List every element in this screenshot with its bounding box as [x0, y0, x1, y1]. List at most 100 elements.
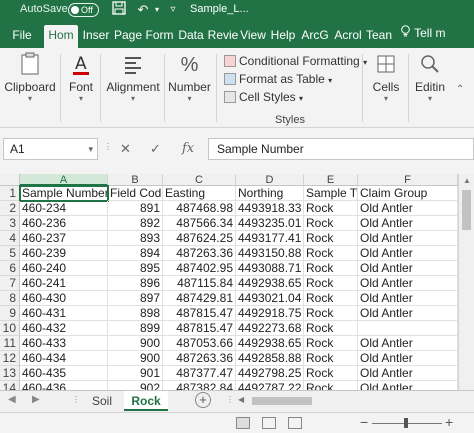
row-header[interactable]: 11 [0, 336, 20, 351]
cell-a[interactable]: 460-240 [20, 261, 108, 276]
tab-team[interactable]: Tean [364, 25, 394, 48]
conditional-formatting-button[interactable]: Conditional Formatting ▾ [224, 52, 367, 70]
next-sheet-icon[interactable]: ▶ [32, 394, 40, 405]
scroll-up-icon[interactable]: ▲ [459, 176, 474, 185]
cell-e[interactable]: Rock [304, 216, 358, 231]
page-break-view-icon[interactable] [288, 417, 302, 429]
cell-d[interactable]: 4492938.65 [236, 276, 304, 291]
cell-c[interactable]: 487263.36 [163, 246, 236, 261]
cell-f[interactable]: Old Antler [358, 201, 458, 216]
cell-c[interactable]: 487377.47 [163, 366, 236, 381]
row-header[interactable]: 10 [0, 321, 20, 336]
header-cell-f[interactable]: Claim Group [358, 186, 458, 201]
sheet-tab-rock[interactable]: Rock [124, 391, 168, 411]
tab-insert[interactable]: Inser [79, 25, 113, 48]
cell-f[interactable]: Old Antler [358, 351, 458, 366]
vertical-scrollbar[interactable]: ▲ [458, 174, 474, 390]
column-header-a[interactable]: A [20, 174, 108, 186]
cell-c[interactable]: 487115.84 [163, 276, 236, 291]
cell-e[interactable]: Rock [304, 381, 358, 390]
column-header-d[interactable]: D [236, 174, 304, 186]
cell-f[interactable]: Old Antler [358, 231, 458, 246]
tab-home[interactable]: Hom [44, 25, 78, 48]
cell-a[interactable]: 460-431 [20, 306, 108, 321]
cell-b[interactable]: 900 [108, 336, 163, 351]
header-cell-e[interactable]: Sample Ty [304, 186, 358, 201]
row-header[interactable]: 1 [0, 186, 20, 201]
cell-b[interactable]: 894 [108, 246, 163, 261]
cell-b[interactable]: 891 [108, 201, 163, 216]
tab-formulas[interactable]: Form [144, 25, 175, 48]
row-header[interactable]: 9 [0, 306, 20, 321]
row-header[interactable]: 13 [0, 366, 20, 381]
column-header-b[interactable]: B [108, 174, 163, 186]
row-header[interactable]: 8 [0, 291, 20, 306]
row-header[interactable]: 14 [0, 381, 20, 390]
cell-f[interactable]: Old Antler [358, 246, 458, 261]
clipboard-button[interactable]: Clipboard ▾ [2, 48, 58, 128]
page-layout-view-icon[interactable] [262, 417, 276, 429]
scrollbar-thumb[interactable] [252, 397, 312, 405]
horizontal-scrollbar[interactable]: ◀ [236, 395, 466, 407]
cell-styles-button[interactable]: Cell Styles ▾ [224, 88, 303, 106]
cell-b[interactable]: 900 [108, 351, 163, 366]
cells-button[interactable]: Cells ▾ [366, 48, 406, 128]
cell-a[interactable]: 460-436 [20, 381, 108, 390]
scroll-left-icon[interactable]: ◀ [238, 395, 244, 404]
column-header-c[interactable]: C [163, 174, 236, 186]
autosave-toggle[interactable]: Off [68, 3, 99, 17]
cell-d[interactable]: 4493088.71 [236, 261, 304, 276]
select-all-button[interactable] [0, 174, 20, 186]
cell-a[interactable]: 460-241 [20, 276, 108, 291]
cell-a[interactable]: 460-433 [20, 336, 108, 351]
tab-page-layout[interactable]: Page [113, 25, 143, 48]
chevron-down-icon[interactable]: ▾ [88, 139, 93, 159]
cell-b[interactable]: 899 [108, 321, 163, 336]
cell-d[interactable]: 4492938.65 [236, 336, 304, 351]
cell-e[interactable]: Rock [304, 336, 358, 351]
tab-data[interactable]: Data [176, 25, 206, 48]
cell-b[interactable]: 893 [108, 231, 163, 246]
cell-e[interactable]: Rock [304, 246, 358, 261]
cell-a[interactable]: 460-239 [20, 246, 108, 261]
zoom-in-icon[interactable]: + [445, 414, 453, 430]
row-header[interactable]: 12 [0, 351, 20, 366]
scrollbar-thumb[interactable] [462, 190, 471, 230]
cell-c[interactable]: 487402.95 [163, 261, 236, 276]
prev-sheet-icon[interactable]: ◀ [8, 394, 16, 405]
cell-e[interactable]: Rock [304, 291, 358, 306]
cell-b[interactable]: 898 [108, 306, 163, 321]
cell-f[interactable]: Old Antler [358, 216, 458, 231]
cell-b[interactable]: 895 [108, 261, 163, 276]
editing-button[interactable]: Editin ▾ [410, 48, 450, 128]
cell-f[interactable]: Old Antler [358, 291, 458, 306]
cell-c[interactable]: 487429.81 [163, 291, 236, 306]
cell-d[interactable]: 4492273.68 [236, 321, 304, 336]
header-cell-a[interactable]: Sample Number [19, 185, 109, 202]
cell-a[interactable]: 460-432 [20, 321, 108, 336]
format-as-table-button[interactable]: Format as Table ▾ [224, 70, 332, 88]
enter-icon[interactable]: ✓ [150, 138, 164, 160]
name-box[interactable]: A1 ▾ [3, 138, 98, 160]
cell-c[interactable]: 487382.84 [163, 381, 236, 390]
cell-d[interactable]: 4492858.88 [236, 351, 304, 366]
collapse-ribbon-icon[interactable]: ⌃ [456, 84, 464, 95]
row-header[interactable]: 2 [0, 201, 20, 216]
save-icon[interactable] [110, 1, 128, 19]
tab-arcgis[interactable]: ArcG [300, 25, 330, 48]
column-header-f[interactable]: F [358, 174, 458, 186]
font-button[interactable]: A Font ▾ [64, 48, 98, 128]
tab-acrobat[interactable]: Acrol [332, 25, 364, 48]
cell-e[interactable]: Rock [304, 261, 358, 276]
column-header-e[interactable]: E [304, 174, 358, 186]
cell-e[interactable]: Rock [304, 231, 358, 246]
cell-c[interactable]: 487053.66 [163, 336, 236, 351]
cell-e[interactable]: Rock [304, 366, 358, 381]
cell-a[interactable]: 460-430 [20, 291, 108, 306]
cell-d[interactable]: 4493177.41 [236, 231, 304, 246]
cell-a[interactable]: 460-237 [20, 231, 108, 246]
cell-e[interactable]: Rock [304, 306, 358, 321]
cell-f[interactable]: Old Antler [358, 336, 458, 351]
cell-d[interactable]: 4493235.01 [236, 216, 304, 231]
cell-d[interactable]: 4492787.22 [236, 381, 304, 390]
